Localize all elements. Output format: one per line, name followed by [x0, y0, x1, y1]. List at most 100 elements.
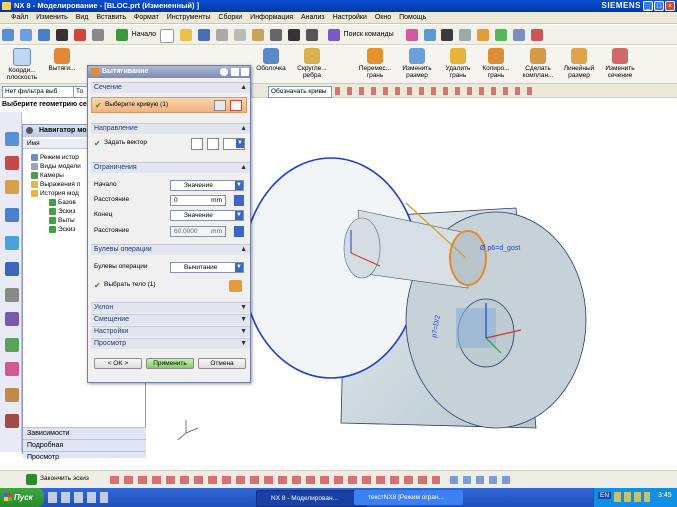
- apply-button[interactable]: Применить: [146, 358, 194, 369]
- render-style-icon[interactable]: [55, 29, 68, 41]
- palette-resource-icon[interactable]: [5, 362, 19, 376]
- tray-icons[interactable]: [614, 492, 650, 502]
- palette-icon[interactable]: [477, 29, 490, 41]
- layer-icon[interactable]: [405, 29, 418, 41]
- cube-icon[interactable]: [37, 29, 50, 41]
- tree-item-datum[interactable]: Базов: [49, 198, 76, 207]
- shaded-icon[interactable]: [73, 29, 86, 41]
- quick-launch-icons[interactable]: [48, 492, 108, 503]
- part-navigator-icon[interactable]: [5, 180, 19, 194]
- sketch-section-icon[interactable]: [214, 100, 226, 111]
- extrude-dialog[interactable]: Вытягивание Сечение ▲ ✔ Выберите кривую (…: [87, 65, 251, 383]
- delete-icon[interactable]: [269, 29, 282, 41]
- menu-help[interactable]: Помощь: [396, 12, 429, 24]
- settings-icon[interactable]: [231, 68, 239, 76]
- shell-button[interactable]: Оболочка: [253, 48, 289, 72]
- boolean-select[interactable]: Вычитание ▼: [170, 262, 244, 273]
- assembly-navigator-icon[interactable]: [5, 132, 19, 146]
- distance-1-input[interactable]: 0 mm: [170, 195, 226, 206]
- section-header-section[interactable]: Сечение ▲: [91, 82, 250, 93]
- settings-resource-icon[interactable]: [5, 414, 19, 428]
- measure-icon[interactable]: [441, 29, 454, 41]
- menu-analysis[interactable]: Анализ: [298, 12, 328, 24]
- menu-edit[interactable]: Изменить: [33, 12, 71, 24]
- wireframe-icon[interactable]: [91, 29, 104, 41]
- preview-panel[interactable]: Просмотр: [23, 451, 151, 461]
- finish-sketch-label[interactable]: Закончить эскиз: [40, 475, 89, 482]
- resize-button[interactable]: Изменить размер: [398, 48, 436, 79]
- tree-item-sketch-2[interactable]: Эскиз: [49, 225, 75, 234]
- sketch-curve-tools[interactable]: [110, 476, 440, 484]
- new-file-icon[interactable]: [160, 29, 175, 43]
- maximize-button[interactable]: □: [654, 1, 664, 11]
- reverse-direction-icon[interactable]: [191, 138, 203, 150]
- ok-button[interactable]: < OK >: [94, 358, 142, 369]
- section-header-direction[interactable]: Направление ▲: [91, 123, 250, 134]
- web-browser-icon[interactable]: [5, 236, 19, 250]
- specify-vector-row[interactable]: ✔ Задать вектор ▼: [91, 136, 247, 152]
- cancel-button[interactable]: Отмена: [198, 358, 246, 369]
- task-nx8[interactable]: NX 8 - Моделирован...: [256, 490, 367, 507]
- cut-icon[interactable]: [215, 29, 228, 41]
- section-header-offset[interactable]: Смещение ▼: [91, 314, 250, 325]
- minimize-button[interactable]: _: [643, 1, 653, 11]
- tree-item-extrude[interactable]: Выты: [49, 216, 75, 225]
- tree-item-model-history[interactable]: История мод: [31, 189, 79, 198]
- end-select[interactable]: Значение ▼: [170, 210, 244, 221]
- analysis-icon[interactable]: [495, 29, 508, 41]
- column-header-name[interactable]: Имя: [23, 139, 87, 149]
- body-icon[interactable]: [229, 280, 242, 292]
- menu-tools[interactable]: Инструменты: [164, 12, 214, 24]
- menu-insert[interactable]: Вставить: [93, 12, 129, 24]
- people-icon[interactable]: [5, 388, 19, 402]
- curve-rule-select[interactable]: Обозначать кривы: [268, 86, 332, 98]
- view-orient-icon[interactable]: [19, 29, 32, 41]
- datum-plane-button[interactable]: Коорди... плоскость: [4, 48, 40, 81]
- menu-assemblies[interactable]: Сборки: [215, 12, 245, 24]
- copy-icon[interactable]: [233, 29, 246, 41]
- save-icon[interactable]: [197, 29, 210, 41]
- layout-icon[interactable]: [513, 29, 526, 41]
- history-icon[interactable]: [5, 262, 19, 276]
- select-body-row[interactable]: ✔ Выбрать тело (1): [91, 278, 247, 294]
- more-tools-icon[interactable]: [531, 29, 544, 41]
- grid-icon[interactable]: [459, 29, 472, 41]
- language-indicator[interactable]: EN: [598, 492, 612, 499]
- close-button[interactable]: ×: [665, 1, 675, 11]
- make-coplanar-button[interactable]: Сделать комплан...: [518, 48, 558, 79]
- section-header-settings[interactable]: Настройки ▼: [91, 326, 250, 337]
- section-header-preview[interactable]: Просмотр ▼: [91, 338, 250, 349]
- bore-dimension[interactable]: Ø p6=d_gost: [480, 245, 520, 252]
- constraint-tools[interactable]: [450, 476, 510, 484]
- open-folder-icon[interactable]: [179, 29, 192, 41]
- delete-face-button[interactable]: Удалить грань: [440, 48, 476, 79]
- menu-view[interactable]: Вид: [73, 12, 92, 24]
- edge-blend-button[interactable]: Скругле... ребра: [292, 48, 332, 79]
- start-menu-label[interactable]: Начало: [132, 25, 156, 45]
- close-part-icon[interactable]: [2, 29, 14, 41]
- tree-item-history-mode[interactable]: Режим истор: [31, 153, 79, 162]
- search-command-icon[interactable]: [327, 29, 340, 41]
- roles-icon[interactable]: [5, 312, 19, 326]
- distance-2-input[interactable]: 60.0000 mm: [170, 226, 226, 237]
- extrude-button[interactable]: Вытяги...: [44, 48, 80, 72]
- vector-type-dropdown[interactable]: ▼: [223, 138, 245, 150]
- menu-file[interactable]: Файл: [8, 12, 31, 24]
- distance-2-options[interactable]: [234, 226, 244, 237]
- snap-point-icons[interactable]: [335, 87, 535, 95]
- task-text-nx8[interactable]: текстNX8 [Режим огран...: [354, 490, 463, 505]
- select-curve-row[interactable]: ✔ Выберите кривую (1): [91, 97, 247, 113]
- tree-item-model-views[interactable]: Виды модели: [31, 162, 81, 171]
- pin-icon[interactable]: [26, 127, 33, 134]
- edit-section-button[interactable]: Изменить сечение: [600, 48, 640, 79]
- tree-item-expressions[interactable]: Выражения п: [31, 180, 80, 189]
- tree-item-cameras[interactable]: Камеры: [31, 171, 64, 180]
- menu-window[interactable]: Окно: [372, 12, 394, 24]
- bore-start-circle[interactable]: [343, 217, 381, 279]
- section-header-limits[interactable]: Ограничения ▲: [91, 162, 250, 173]
- curve-icon[interactable]: [230, 100, 242, 111]
- tree-item-sketch-1[interactable]: Эскиз: [49, 207, 75, 216]
- paste-icon[interactable]: [251, 29, 264, 41]
- copy-face-button[interactable]: Копиро... грань: [478, 48, 514, 79]
- constraint-navigator-icon[interactable]: [5, 156, 19, 170]
